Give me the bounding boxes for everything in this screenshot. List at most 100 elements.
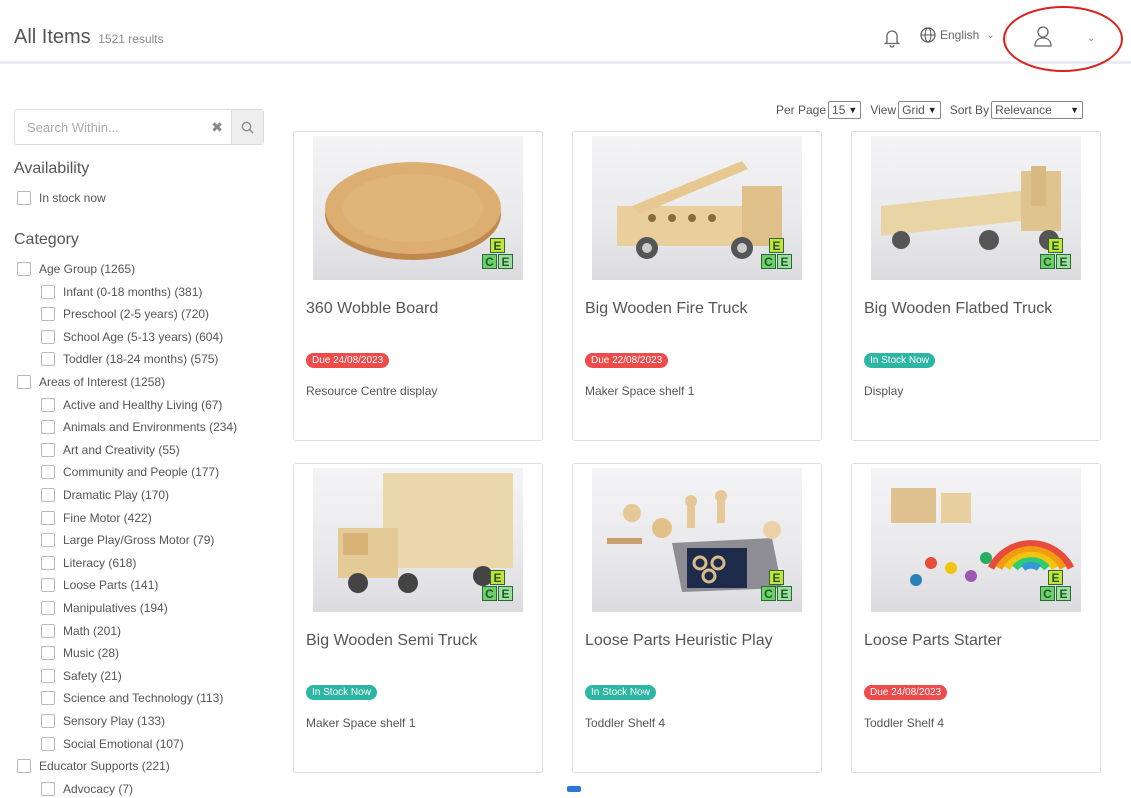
checkbox[interactable]	[41, 398, 55, 412]
checkbox[interactable]	[41, 669, 55, 683]
item-title[interactable]: Big Wooden Fire Truck	[585, 300, 747, 318]
category-option[interactable]: Toddler (18-24 months) (575)	[41, 350, 218, 368]
view-select[interactable]: Grid ▼	[898, 101, 941, 119]
page-title: All Items 1521 results	[14, 26, 164, 48]
item-location: Resource Centre display	[306, 384, 438, 398]
category-option-label: Age Group (1265)	[39, 262, 136, 276]
checkbox[interactable]	[41, 488, 55, 502]
category-option[interactable]: Loose Parts (141)	[41, 576, 158, 594]
category-option[interactable]: Social Emotional (107)	[41, 735, 184, 753]
language-label: English	[940, 28, 980, 42]
category-option[interactable]: Large Play/Gross Motor (79)	[41, 531, 214, 549]
annotation-circle	[1003, 6, 1123, 72]
search-input[interactable]	[15, 110, 203, 144]
checkbox[interactable]	[41, 646, 55, 660]
category-option-label: Community and People (177)	[63, 465, 220, 479]
checkbox[interactable]	[41, 511, 55, 525]
chevron-down-icon: ⌄	[986, 29, 995, 41]
category-option[interactable]: Areas of Interest (1258)	[17, 373, 165, 391]
item-card[interactable]: E C E Big Wooden Semi Truck In Stock Now Make…	[293, 463, 543, 773]
category-option[interactable]: Manipulatives (194)	[41, 599, 168, 617]
checkbox[interactable]	[41, 601, 55, 615]
checkbox[interactable]	[41, 714, 55, 728]
sort-label: Sort By	[949, 103, 990, 117]
checkbox[interactable]	[41, 330, 55, 344]
checkbox[interactable]	[41, 465, 55, 479]
checkbox[interactable]	[41, 352, 55, 366]
category-option[interactable]: Sensory Play (133)	[41, 712, 165, 730]
category-option[interactable]: Safety (21)	[41, 667, 122, 685]
item-card[interactable]: E C E Loose Parts Starter Due 24/08/2023 Todd…	[851, 463, 1101, 773]
bell-icon[interactable]	[883, 28, 901, 48]
category-option[interactable]: Preschool (2-5 years) (720)	[41, 305, 209, 323]
category-option[interactable]: Art and Creativity (55)	[41, 441, 180, 459]
category-option[interactable]: Music (28)	[41, 644, 119, 662]
category-option[interactable]: School Age (5-13 years) (604)	[41, 328, 223, 346]
item-card[interactable]: E C E Big Wooden Flatbed Truck In Stock Now D…	[851, 131, 1101, 441]
checkbox[interactable]	[41, 578, 55, 592]
item-location: Toddler Shelf 4	[864, 716, 945, 730]
category-option[interactable]: Community and People (177)	[41, 463, 219, 481]
category-option[interactable]: Educator Supports (221)	[17, 757, 170, 775]
checkbox[interactable]	[41, 307, 55, 321]
category-option[interactable]: Advocacy (7)	[41, 780, 133, 798]
item-image[interactable]: ECE	[592, 468, 802, 612]
checkbox[interactable]	[41, 420, 55, 434]
checkbox[interactable]	[17, 375, 31, 389]
checkbox[interactable]	[41, 624, 55, 638]
dropdown-arrow-icon: ▼	[927, 105, 937, 115]
item-image[interactable]: ECE	[313, 468, 523, 612]
item-image[interactable]: ECE	[313, 136, 523, 280]
checkbox[interactable]	[41, 556, 55, 570]
item-title[interactable]: Big Wooden Semi Truck	[306, 632, 477, 650]
checkbox[interactable]	[17, 262, 31, 276]
checkbox[interactable]	[41, 737, 55, 751]
item-image[interactable]: ECE	[592, 136, 802, 280]
checkbox[interactable]	[41, 782, 55, 796]
category-option[interactable]: Dramatic Play (170)	[41, 486, 169, 504]
item-card[interactable]: E C E Big Wooden Fire Truck Due 22/08/2023 Ma…	[572, 131, 822, 441]
checkbox[interactable]	[17, 191, 31, 205]
category-option[interactable]: Literacy (618)	[41, 554, 136, 572]
status-badge: Due 24/08/2023	[306, 353, 390, 368]
checkbox[interactable]	[17, 759, 31, 773]
category-option-label: Sensory Play (133)	[63, 714, 166, 728]
checkbox[interactable]	[41, 443, 55, 457]
sort-select[interactable]: Relevance ▼	[991, 101, 1084, 119]
search-button[interactable]	[231, 110, 263, 144]
category-option-label: Music (28)	[63, 646, 120, 660]
ece-logo-icon: ECE	[760, 570, 794, 604]
category-option[interactable]: Math (201)	[41, 622, 121, 640]
item-image[interactable]: ECE	[871, 468, 1081, 612]
availability-option-in-stock[interactable]: In stock now	[17, 189, 106, 207]
language-selector[interactable]: English ⌄	[920, 27, 995, 43]
item-title[interactable]: Loose Parts Starter	[864, 632, 1002, 650]
category-option[interactable]: Active and Healthy Living (67)	[41, 396, 222, 414]
item-card[interactable]: E C E Loose Parts Heuristic Play In Stock No…	[572, 463, 822, 773]
checkbox[interactable]	[41, 285, 55, 299]
status-badge: Due 22/08/2023	[585, 353, 669, 368]
category-option[interactable]: Science and Technology (113)	[41, 689, 223, 707]
item-title[interactable]: Loose Parts Heuristic Play	[585, 632, 773, 650]
category-option-label: Advocacy (7)	[63, 782, 134, 796]
item-card[interactable]: E C E 360 Wobble Board Due 24/08/2023 Resourc…	[293, 131, 543, 441]
category-option[interactable]: Animals and Environments (234)	[41, 418, 237, 436]
item-title[interactable]: 360 Wobble Board	[306, 300, 438, 318]
category-option-label: Safety (21)	[63, 669, 122, 683]
category-option[interactable]: Fine Motor (422)	[41, 509, 152, 527]
category-option-label: Loose Parts (141)	[63, 578, 159, 592]
category-option-label: Fine Motor (422)	[63, 511, 152, 525]
category-option[interactable]: Age Group (1265)	[17, 260, 135, 278]
checkbox[interactable]	[41, 691, 55, 705]
pagination-indicator	[567, 786, 581, 792]
clear-icon[interactable]: ✖	[203, 110, 231, 144]
category-option-label: Science and Technology (113)	[63, 691, 224, 705]
item-image[interactable]: ECE	[871, 136, 1081, 280]
category-option-label: Art and Creativity (55)	[63, 443, 180, 457]
checkbox[interactable]	[41, 533, 55, 547]
ece-logo-icon: ECE	[760, 238, 794, 272]
category-option-label: Literacy (618)	[63, 556, 137, 570]
item-title[interactable]: Big Wooden Flatbed Truck	[864, 300, 1052, 318]
category-option[interactable]: Infant (0-18 months) (381)	[41, 283, 202, 301]
per-page-select[interactable]: 15 ▼	[828, 101, 862, 119]
